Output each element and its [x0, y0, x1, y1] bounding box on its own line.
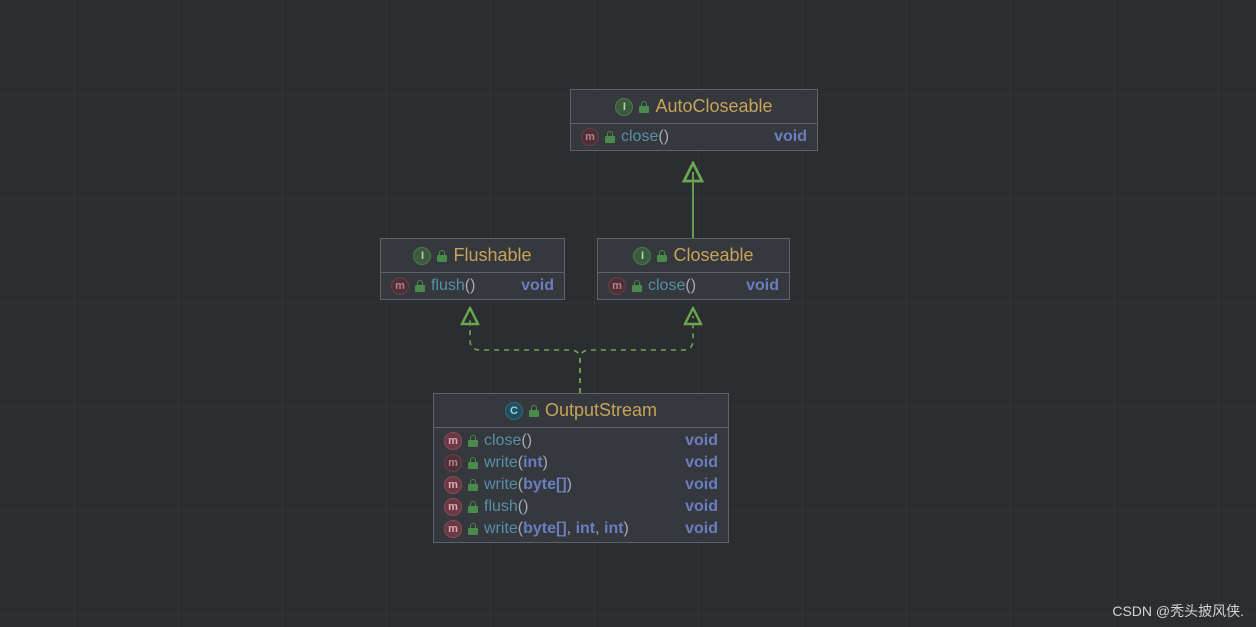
lock-icon — [605, 131, 615, 143]
lock-icon — [468, 435, 478, 447]
return-type: void — [685, 520, 718, 538]
lock-icon — [437, 250, 447, 262]
node-title: Closeable — [673, 245, 753, 266]
return-type: void — [685, 476, 718, 494]
param-type: byte[] — [523, 476, 567, 493]
watermark: CSDN @秃头披风侠. — [1112, 601, 1244, 621]
method-row: m write(byte[], int, int) void — [434, 518, 728, 540]
node-title: OutputStream — [545, 400, 657, 421]
lock-icon — [415, 280, 425, 292]
lock-icon — [639, 101, 649, 113]
node-outputstream[interactable]: C OutputStream m close() void m write(in… — [433, 393, 729, 543]
method-name: close — [648, 277, 685, 294]
method-name: close — [621, 128, 658, 145]
node-header: I Closeable — [598, 239, 789, 273]
method-name: write — [484, 520, 518, 537]
return-type: void — [746, 277, 779, 295]
method-row: m flush() void — [434, 496, 728, 518]
param-type: int — [523, 454, 543, 471]
method-row: m close() void — [571, 126, 817, 148]
node-body: m close() void — [571, 124, 817, 150]
return-type: void — [774, 128, 807, 146]
method-row: m write(int) void — [434, 452, 728, 474]
return-type: void — [521, 277, 554, 295]
method-name: close — [484, 432, 521, 449]
node-flushable[interactable]: I Flushable m flush() void — [380, 238, 565, 300]
class-icon: C — [505, 402, 523, 420]
node-closeable[interactable]: I Closeable m close() void — [597, 238, 790, 300]
return-type: void — [685, 454, 718, 472]
lock-icon — [468, 457, 478, 469]
interface-icon: I — [615, 98, 633, 116]
method-name: flush — [431, 277, 465, 294]
node-header: I Flushable — [381, 239, 564, 273]
method-row: m flush() void — [381, 275, 564, 297]
lock-icon — [468, 523, 478, 535]
interface-icon: I — [413, 247, 431, 265]
method-row: m write(byte[]) void — [434, 474, 728, 496]
method-name: flush — [484, 498, 518, 515]
node-header: I AutoCloseable — [571, 90, 817, 124]
method-icon: m — [581, 128, 599, 146]
interface-icon: I — [633, 247, 651, 265]
method-name: write — [484, 454, 518, 471]
method-icon: m — [391, 277, 409, 295]
node-autocloseable[interactable]: I AutoCloseable m close() void — [570, 89, 818, 151]
param-type: int — [604, 520, 624, 537]
method-row: m close() void — [598, 275, 789, 297]
lock-icon — [632, 280, 642, 292]
param-type: int — [576, 520, 596, 537]
lock-icon — [529, 405, 539, 417]
lock-icon — [657, 250, 667, 262]
return-type: void — [685, 432, 718, 450]
lock-icon — [468, 501, 478, 513]
method-icon: m — [608, 277, 626, 295]
node-title: Flushable — [453, 245, 531, 266]
node-body: m close() void m write(int) void m write… — [434, 428, 728, 542]
method-icon: m — [444, 454, 462, 472]
method-row: m close() void — [434, 430, 728, 452]
method-icon: m — [444, 498, 462, 516]
node-body: m close() void — [598, 273, 789, 299]
node-header: C OutputStream — [434, 394, 728, 428]
node-body: m flush() void — [381, 273, 564, 299]
method-name: write — [484, 476, 518, 493]
return-type: void — [685, 498, 718, 516]
method-icon: m — [444, 520, 462, 538]
method-icon: m — [444, 476, 462, 494]
param-type: byte[] — [523, 520, 567, 537]
lock-icon — [468, 479, 478, 491]
node-title: AutoCloseable — [655, 96, 772, 117]
method-icon: m — [444, 432, 462, 450]
